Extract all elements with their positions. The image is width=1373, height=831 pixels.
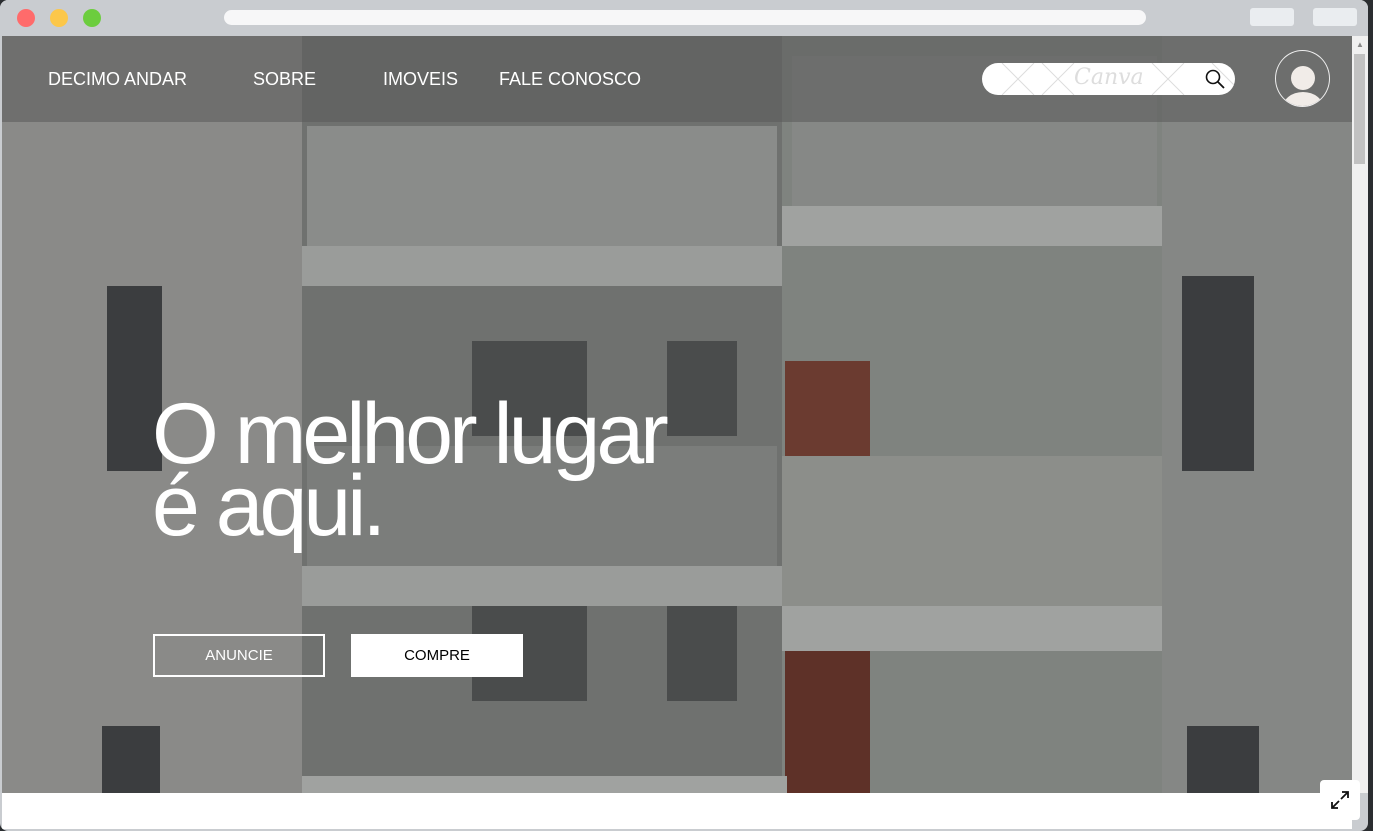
search-input[interactable]: Canva (982, 63, 1235, 95)
hero-headline: O melhor lugar é aqui. (152, 391, 669, 549)
title-bar (0, 0, 1368, 36)
search-icon[interactable] (1204, 68, 1226, 90)
scroll-up-arrow-icon[interactable]: ▲ (1356, 40, 1364, 49)
compre-button[interactable]: COMPRE (351, 634, 523, 677)
toolbar-button[interactable] (1250, 8, 1294, 26)
fullscreen-button[interactable] (1320, 780, 1360, 820)
close-window-button[interactable] (17, 9, 35, 27)
address-bar[interactable] (224, 10, 1146, 25)
scrollbar-thumb[interactable] (1354, 54, 1365, 164)
maximize-window-button[interactable] (83, 9, 101, 27)
user-avatar-button[interactable] (1275, 50, 1330, 107)
expand-icon (1331, 791, 1349, 809)
top-nav: DECIMO ANDAR SOBRE IMOVEIS FALE CONOSCO … (2, 36, 1352, 122)
vertical-scrollbar[interactable]: ▲ (1352, 36, 1368, 793)
page: DECIMO ANDAR SOBRE IMOVEIS FALE CONOSCO … (2, 36, 1352, 793)
minimize-window-button[interactable] (50, 9, 68, 27)
user-icon (1282, 66, 1324, 106)
toolbar-button[interactable] (1313, 8, 1357, 26)
brand-logo-link[interactable]: DECIMO ANDAR (48, 69, 187, 90)
nav-link-imoveis[interactable]: IMOVEIS (383, 69, 458, 90)
browser-window: DECIMO ANDAR SOBRE IMOVEIS FALE CONOSCO … (0, 0, 1368, 831)
nav-link-sobre[interactable]: SOBRE (253, 69, 316, 90)
anuncie-button[interactable]: ANUNCIE (153, 634, 325, 677)
page-footer-strip (2, 793, 1352, 829)
nav-link-fale-conosco[interactable]: FALE CONOSCO (499, 69, 641, 90)
canva-watermark: Canva (1074, 65, 1144, 90)
